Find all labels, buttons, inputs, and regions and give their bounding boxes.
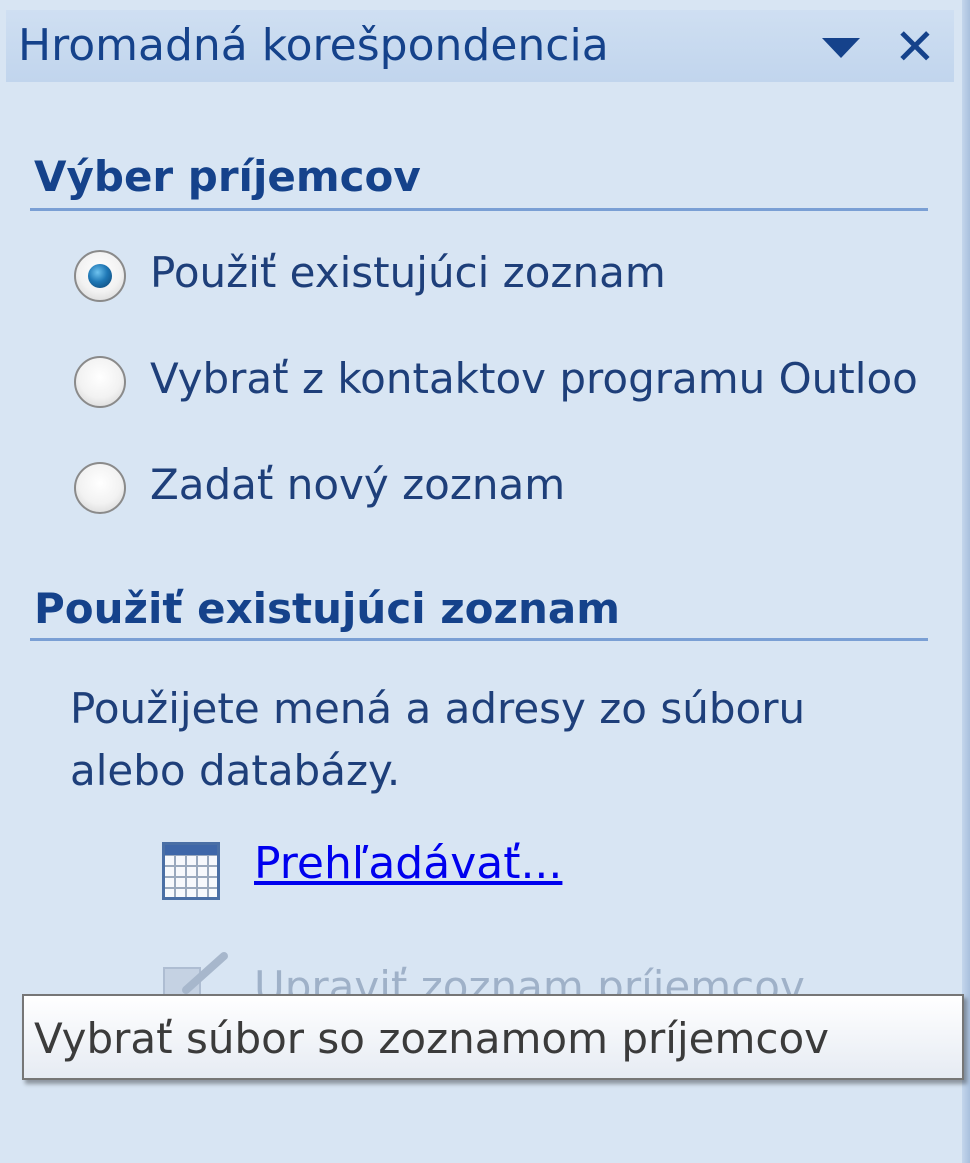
tooltip: Vybrať súbor so zoznamom príjemcov: [22, 994, 964, 1080]
edit-recipient-list-link[interactable]: Upraviť zoznam príjemcov...: [254, 962, 842, 996]
radio-button-checked[interactable]: [74, 250, 126, 302]
browse-link[interactable]: Prehľadávať...: [254, 838, 562, 889]
pane-title: Hromadná korešpondencia: [18, 20, 609, 71]
close-icon[interactable]: ✕: [890, 22, 940, 72]
mail-merge-task-pane: Hromadná korešpondencia ✕ Výber príjemco…: [0, 0, 970, 1163]
edit-list-icon[interactable]: [160, 950, 230, 1000]
section-divider: [30, 638, 928, 641]
pane-title-bar: Hromadná korešpondencia ✕: [6, 10, 954, 82]
chevron-down-icon: [822, 38, 860, 58]
radio-button[interactable]: [74, 356, 126, 408]
radio-button[interactable]: [74, 462, 126, 514]
pane-options-button[interactable]: [816, 24, 866, 68]
radio-label: Použiť existujúci zoznam: [150, 248, 666, 297]
table-icon-header: [165, 845, 217, 855]
section-heading-use-existing-list: Použiť existujúci zoznam: [34, 584, 620, 633]
section-divider: [30, 208, 928, 211]
tooltip-text: Vybrať súbor so zoznamom príjemcov: [34, 1014, 830, 1063]
pane-border: [962, 0, 970, 1163]
table-icon[interactable]: [162, 842, 220, 900]
radio-dot: [88, 264, 112, 288]
section-description: Použijete mená a adresy zo súboru alebo …: [70, 684, 806, 795]
radio-label: Zadať nový zoznam: [150, 460, 566, 509]
section-heading-select-recipients: Výber príjemcov: [34, 152, 421, 201]
radio-label: Vybrať z kontaktov programu Outloo: [150, 354, 918, 403]
